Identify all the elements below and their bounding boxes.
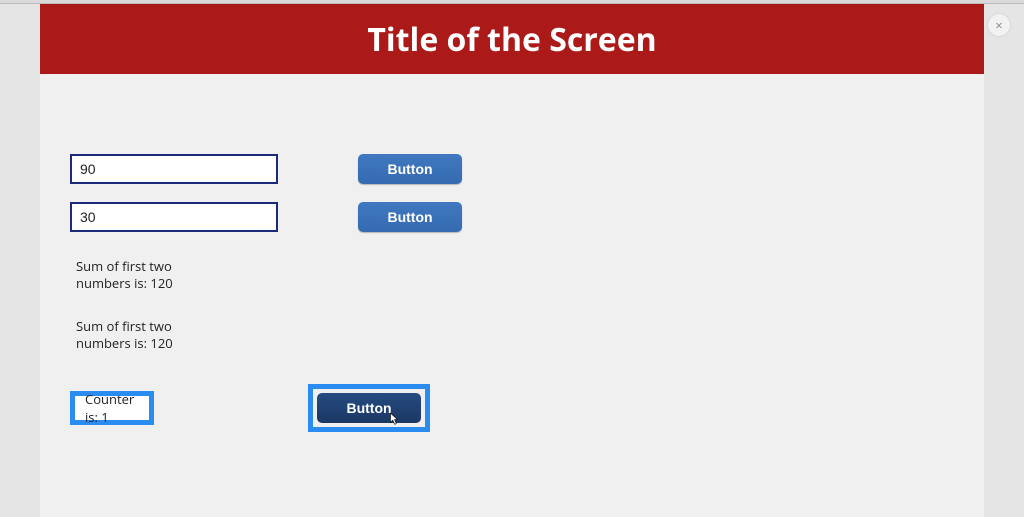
row1-button[interactable]: Button [358,154,462,184]
number-input-1[interactable] [70,154,278,184]
highlighted-button-wrap: Button [308,384,430,432]
sum-result-1: Sum of first two numbers is: 120 [76,258,196,292]
row2-button[interactable]: Button [358,202,462,232]
app-frame: Title of the Screen Button Button Sum of… [40,4,984,517]
input-row-2: Button [70,202,954,232]
bottom-button-label: Button [346,400,391,416]
bottom-button[interactable]: Button [317,393,421,423]
input-row-1: Button [70,154,954,184]
number-input-2[interactable] [70,202,278,232]
page-title: Title of the Screen [367,18,656,61]
close-icon[interactable]: × [988,14,1010,36]
sum-result-2: Sum of first two numbers is: 120 [76,318,196,352]
content-area: Button Button Sum of first two numbers i… [40,74,984,352]
header-bar: Title of the Screen [40,4,984,74]
counter-box: Counter is: 1 [70,391,154,425]
counter-label: Counter is: 1 [85,390,139,426]
bottom-row: Counter is: 1 Button [70,384,430,432]
